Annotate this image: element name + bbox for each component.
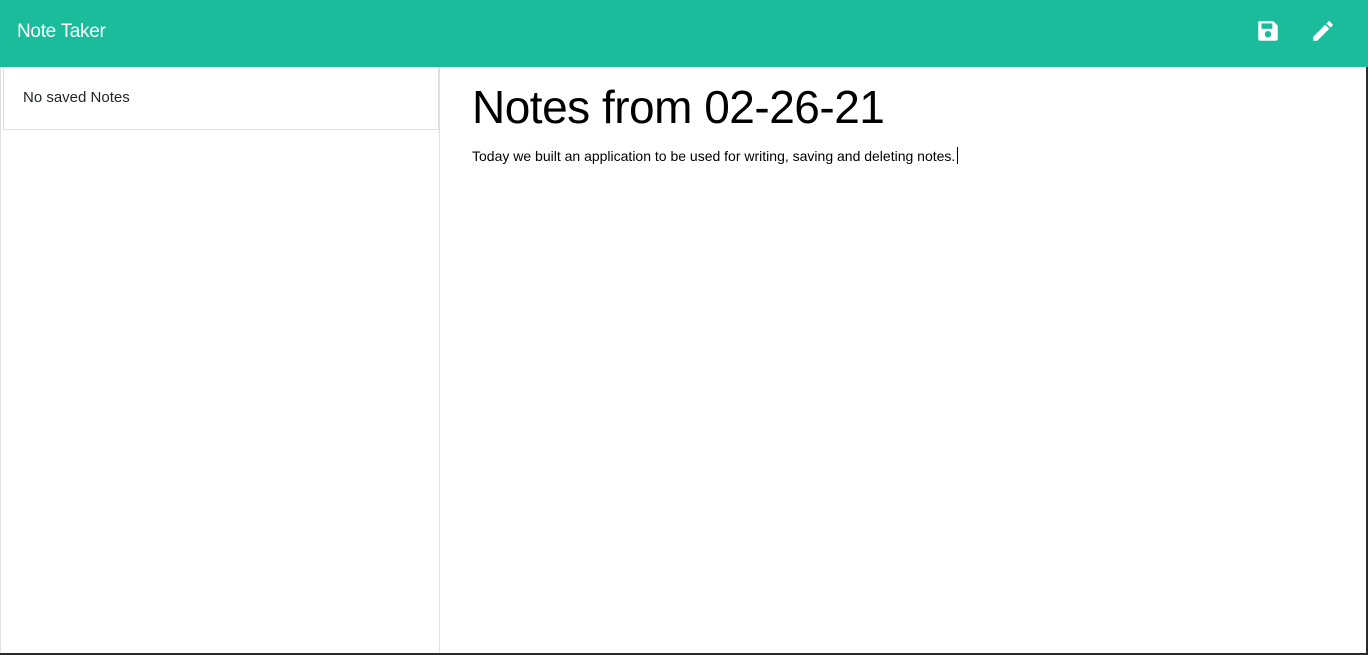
save-icon[interactable] (1255, 18, 1281, 44)
note-body-text: Today we built an application to be used… (472, 148, 956, 164)
note-body-textarea[interactable]: Today we built an application to be used… (472, 146, 1332, 626)
pencil-icon[interactable] (1310, 18, 1336, 44)
text-caret (957, 147, 959, 164)
note-editor: Today we built an application to be used… (440, 67, 1366, 655)
brand-link[interactable]: Note Taker (17, 20, 106, 44)
notes-sidebar: No saved Notes (0, 67, 440, 655)
note-title-input[interactable] (472, 79, 1332, 135)
empty-notes-item: No saved Notes (3, 67, 439, 130)
navbar: Note Taker (0, 0, 1368, 67)
